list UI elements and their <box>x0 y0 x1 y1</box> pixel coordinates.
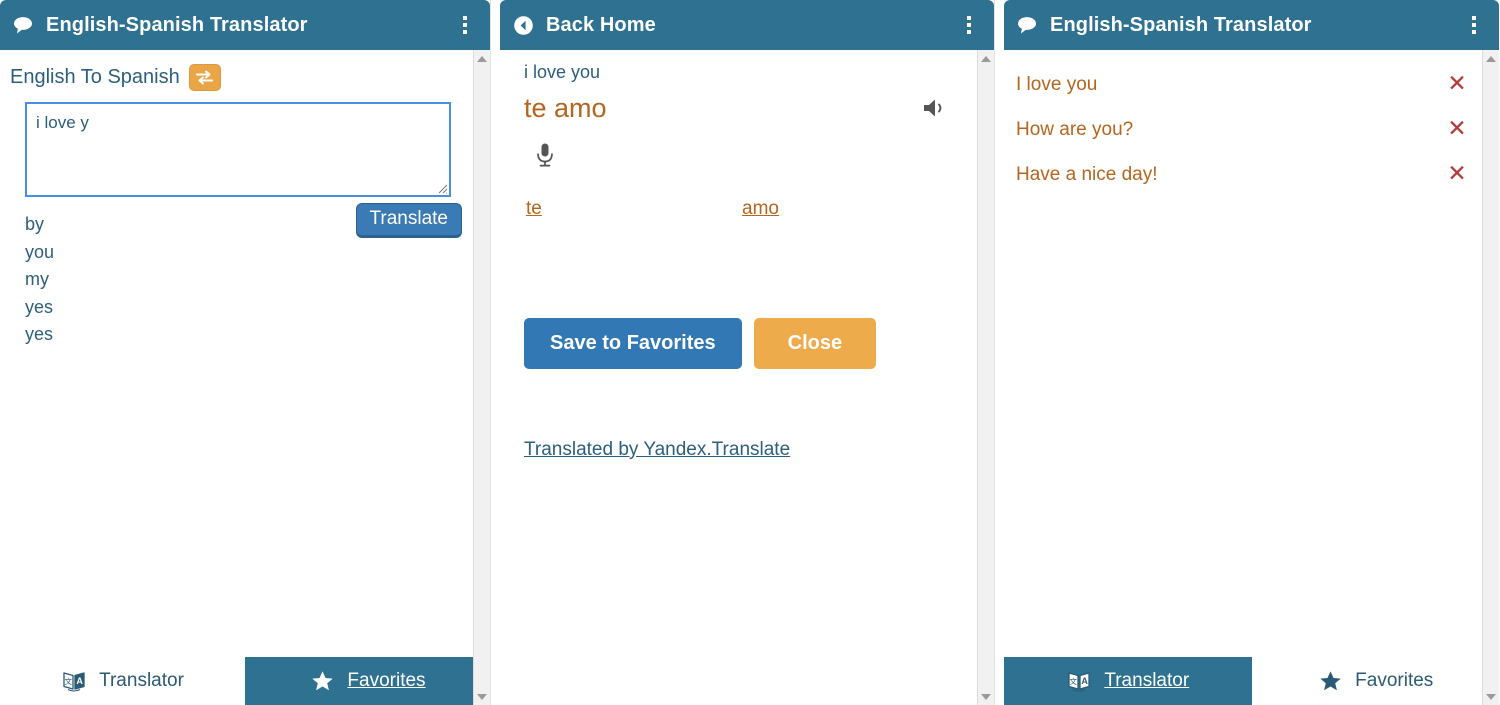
star-icon <box>1317 668 1343 694</box>
list-item[interactable]: my <box>25 266 49 294</box>
translate-book-icon: 文 A <box>61 668 87 694</box>
scroll-up-arrow-icon[interactable] <box>1483 50 1499 67</box>
close-button[interactable]: Close <box>753 318 877 370</box>
favorites-scrollbar[interactable] <box>1482 50 1499 705</box>
microphone-icon[interactable] <box>531 140 559 170</box>
language-pair-row: English To Spanish <box>0 50 490 91</box>
bottom-tab-bar: 文 A Translator Favorites <box>1004 657 1499 705</box>
favorites-panel-header: English-Spanish Translator <box>1004 0 1499 50</box>
speech-bubble-icon <box>12 14 34 36</box>
translation-credit: Translated by Yandex.Translate <box>500 369 994 461</box>
translated-result-row: te amo <box>500 83 994 124</box>
translate-action-row: Translate <box>0 197 490 238</box>
panel-title: Back Home <box>546 13 656 36</box>
delete-icon[interactable]: ✕ <box>1445 163 1469 187</box>
tab-favorites[interactable]: Favorites <box>1251 657 1499 705</box>
tab-label: Translator <box>1104 670 1190 691</box>
list-item[interactable]: yes <box>25 321 53 349</box>
kebab-menu-icon[interactable] <box>958 12 980 38</box>
favorites-list: I love you ✕ How are you? ✕ Have a nice … <box>1004 50 1499 197</box>
scroll-down-arrow-icon[interactable] <box>474 688 490 705</box>
tab-translator[interactable]: 文 A Translator <box>1004 657 1252 705</box>
result-panel-header: Back Home <box>500 0 994 50</box>
bottom-tab-bar: 文 A Translator Favorites <box>0 657 490 705</box>
tab-favorites[interactable]: Favorites <box>245 657 490 705</box>
delete-icon[interactable]: ✕ <box>1445 73 1469 97</box>
language-pair-label: English To Spanish <box>10 66 180 88</box>
speaker-icon[interactable] <box>919 94 953 122</box>
result-panel: Back Home i love you te amo te amo Save … <box>500 0 995 705</box>
star-icon <box>309 668 335 694</box>
favorite-text[interactable]: How are you? <box>1016 119 1133 141</box>
svg-text:文: 文 <box>1070 676 1078 686</box>
panel-title: English-Spanish Translator <box>46 13 308 36</box>
list-item[interactable]: you <box>25 239 54 267</box>
translator-panel: English-Spanish Translator English To Sp… <box>0 0 491 705</box>
translator-panel-body: English To Spanish Translate <box>0 50 490 705</box>
translate-button[interactable]: Translate <box>355 203 462 238</box>
result-panel-body: i love you te amo te amo Save to Favorit… <box>500 50 994 705</box>
panel-gap <box>995 0 1004 705</box>
tab-label: Favorites <box>347 670 426 691</box>
translator-panel-header: English-Spanish Translator <box>0 0 490 50</box>
three-panel-app-screenshot: English-Spanish Translator English To Sp… <box>0 0 1500 705</box>
word-link-row: te amo <box>500 170 994 220</box>
save-to-favorites-button[interactable]: Save to Favorites <box>524 318 742 370</box>
yandex-translate-link[interactable]: Translated by Yandex.Translate <box>524 439 790 460</box>
panel-gap <box>491 0 500 705</box>
source-text: i love you <box>524 62 601 82</box>
favorite-text[interactable]: Have a nice day! <box>1016 164 1158 186</box>
translator-scrollbar[interactable] <box>473 50 490 705</box>
favorite-text[interactable]: I love you <box>1016 74 1097 96</box>
tab-label: Favorites <box>1355 670 1434 691</box>
list-item[interactable]: Have a nice day! ✕ <box>1004 152 1499 197</box>
word-link[interactable]: amo <box>742 198 779 220</box>
favorites-panel-body: I love you ✕ How are you? ✕ Have a nice … <box>1004 50 1499 705</box>
scroll-down-arrow-icon[interactable] <box>1483 688 1499 705</box>
favorites-panel: English-Spanish Translator I love you ✕ … <box>1004 0 1499 705</box>
word-link[interactable]: te <box>526 198 742 220</box>
kebab-menu-icon[interactable] <box>454 12 476 38</box>
delete-icon[interactable]: ✕ <box>1445 118 1469 142</box>
speech-bubble-icon <box>1016 14 1038 36</box>
translate-book-icon: 文 A <box>1066 668 1092 694</box>
list-item[interactable]: yes <box>25 294 53 322</box>
tab-translator[interactable]: 文 A Translator <box>0 657 245 705</box>
list-item[interactable]: I love you ✕ <box>1004 62 1499 107</box>
scroll-down-arrow-icon[interactable] <box>978 688 994 705</box>
translate-input[interactable] <box>25 102 451 197</box>
tab-label: Translator <box>99 670 184 691</box>
kebab-menu-icon[interactable] <box>1463 12 1485 38</box>
result-scrollbar[interactable] <box>977 50 994 705</box>
panel-title: English-Spanish Translator <box>1050 13 1312 36</box>
list-item[interactable]: How are you? ✕ <box>1004 107 1499 152</box>
scroll-up-arrow-icon[interactable] <box>474 50 490 67</box>
swap-arrows-icon[interactable] <box>188 64 221 91</box>
svg-text:A: A <box>1082 676 1089 686</box>
svg-text:文: 文 <box>65 676 73 686</box>
scroll-up-arrow-icon[interactable] <box>978 50 994 67</box>
result-action-row: Save to Favorites Close <box>500 220 994 370</box>
translate-input-wrapper <box>0 91 490 197</box>
svg-text:A: A <box>76 676 83 686</box>
back-arrow-icon[interactable] <box>512 14 534 36</box>
